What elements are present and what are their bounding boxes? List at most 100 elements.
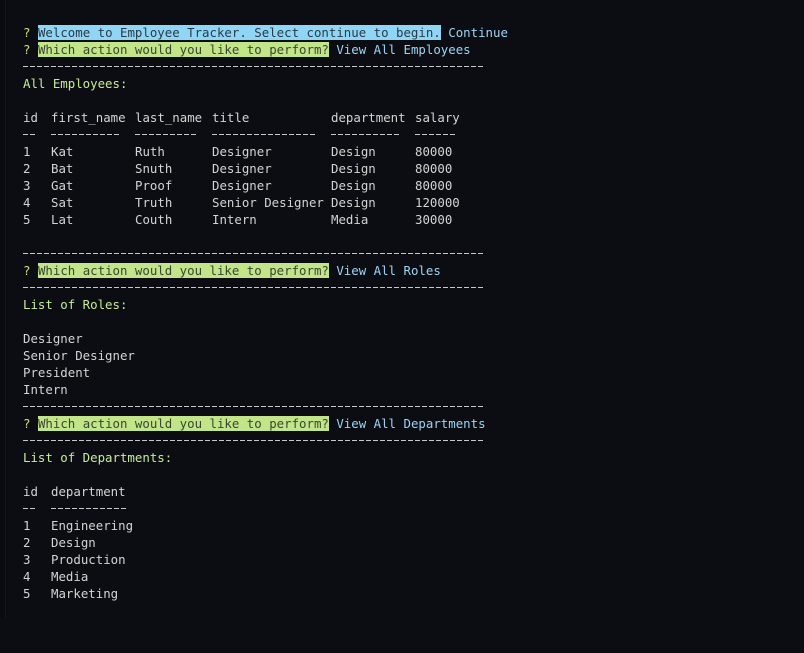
table-row: 2 Bat Snuth Designer Design 80000 xyxy=(23,160,804,177)
column-underline xyxy=(51,134,121,135)
separator xyxy=(23,279,804,296)
list-item: President xyxy=(23,365,91,380)
terminal-output: ? Welcome to Employee Tracker. Select co… xyxy=(23,24,804,602)
column-header: first_name xyxy=(51,110,126,125)
cell-department: Production xyxy=(51,552,126,567)
separator xyxy=(23,398,804,415)
cell-title: Designer xyxy=(212,144,272,159)
column-underline xyxy=(415,134,457,135)
cell-title: Senior Designer xyxy=(212,195,324,210)
cell-id: 5 xyxy=(23,586,31,601)
separator xyxy=(23,245,804,262)
action-question: Which action would you like to perform? xyxy=(37,263,329,278)
column-underline xyxy=(135,134,198,135)
list-item: Intern xyxy=(23,382,68,397)
question-marker: ? xyxy=(23,25,31,40)
cell-department: Design xyxy=(331,195,376,210)
table-row: 3 Production xyxy=(23,551,804,568)
cell-id: 4 xyxy=(23,195,31,210)
cell-salary: 80000 xyxy=(415,144,453,159)
table-header-row: id first_name last_name title department… xyxy=(23,109,804,126)
column-underline xyxy=(23,508,37,509)
cell-id: 1 xyxy=(23,518,31,533)
column-header: id xyxy=(23,110,38,125)
action-answer: View All Employees xyxy=(336,42,471,57)
cell-id: 5 xyxy=(23,212,31,227)
list-item: Designer xyxy=(23,331,83,346)
action-prompt-line: ? Which action would you like to perform… xyxy=(23,41,804,58)
cell-last-name: Snuth xyxy=(135,161,173,176)
cell-department: Design xyxy=(331,178,376,193)
cell-department: Design xyxy=(331,144,376,159)
separator xyxy=(23,432,804,449)
table-header-row: id department xyxy=(23,483,804,500)
cell-last-name: Couth xyxy=(135,212,173,227)
table-underline-row xyxy=(23,500,804,517)
cell-department: Design xyxy=(331,161,376,176)
question-marker: ? xyxy=(23,42,31,57)
action-question: Which action would you like to perform? xyxy=(37,416,329,431)
welcome-prompt-line: ? Welcome to Employee Tracker. Select co… xyxy=(23,24,804,41)
question-marker: ? xyxy=(23,416,31,431)
table-row: 1 Engineering xyxy=(23,517,804,534)
table-row: 5 Marketing xyxy=(23,585,804,602)
employees-header: All Employees: xyxy=(23,76,128,91)
cell-first-name: Sat xyxy=(51,195,74,210)
cell-department: Marketing xyxy=(51,586,119,601)
departments-table: id department 1 Engineering 2 Design 3 P… xyxy=(23,483,804,602)
cell-first-name: Bat xyxy=(51,161,74,176)
column-header: last_name xyxy=(135,110,203,125)
cell-salary: 80000 xyxy=(415,178,453,193)
cell-department: Engineering xyxy=(51,518,134,533)
employees-table: id first_name last_name title department… xyxy=(23,109,804,228)
cell-department: Media xyxy=(331,212,369,227)
table-row: 2 Design xyxy=(23,534,804,551)
cell-title: Intern xyxy=(212,212,257,227)
cell-salary: 120000 xyxy=(415,195,460,210)
column-header: title xyxy=(212,110,250,125)
column-underline xyxy=(331,134,401,135)
action-answer: View All Roles xyxy=(336,263,441,278)
column-header: salary xyxy=(415,110,460,125)
cell-department: Design xyxy=(51,535,96,550)
cell-title: Designer xyxy=(212,178,272,193)
cell-salary: 80000 xyxy=(415,161,453,176)
question-marker: ? xyxy=(23,263,31,278)
column-header: department xyxy=(51,484,126,499)
table-row: 1 Kat Ruth Designer Design 80000 xyxy=(23,143,804,160)
column-header: id xyxy=(23,484,38,499)
list-item: Senior Designer xyxy=(23,348,135,363)
cell-last-name: Proof xyxy=(135,178,173,193)
column-underline xyxy=(212,134,317,135)
cell-id: 4 xyxy=(23,569,31,584)
roles-list: Designer Senior Designer President Inter… xyxy=(23,330,804,398)
window-left-edge xyxy=(0,0,6,618)
cell-id: 3 xyxy=(23,178,31,193)
cell-last-name: Ruth xyxy=(135,144,165,159)
action-prompt-line: ? Which action would you like to perform… xyxy=(23,415,804,432)
cell-first-name: Lat xyxy=(51,212,74,227)
action-prompt-line: ? Which action would you like to perform… xyxy=(23,262,804,279)
cell-first-name: Kat xyxy=(51,144,74,159)
column-underline xyxy=(23,134,37,135)
cell-title: Designer xyxy=(212,161,272,176)
table-underline-row xyxy=(23,126,804,143)
cell-last-name: Truth xyxy=(135,195,173,210)
cell-department: Media xyxy=(51,569,89,584)
separator xyxy=(23,58,804,75)
welcome-question: Welcome to Employee Tracker. Select cont… xyxy=(37,25,441,40)
cell-salary: 30000 xyxy=(415,212,453,227)
welcome-answer: Continue xyxy=(448,25,508,40)
departments-header: List of Departments: xyxy=(23,450,173,465)
cell-id: 2 xyxy=(23,535,31,550)
table-row: 5 Lat Couth Intern Media 30000 xyxy=(23,211,804,228)
roles-header: List of Roles: xyxy=(23,297,128,312)
column-header: department xyxy=(331,110,406,125)
cell-id: 3 xyxy=(23,552,31,567)
cell-id: 1 xyxy=(23,144,31,159)
table-row: 4 Media xyxy=(23,568,804,585)
